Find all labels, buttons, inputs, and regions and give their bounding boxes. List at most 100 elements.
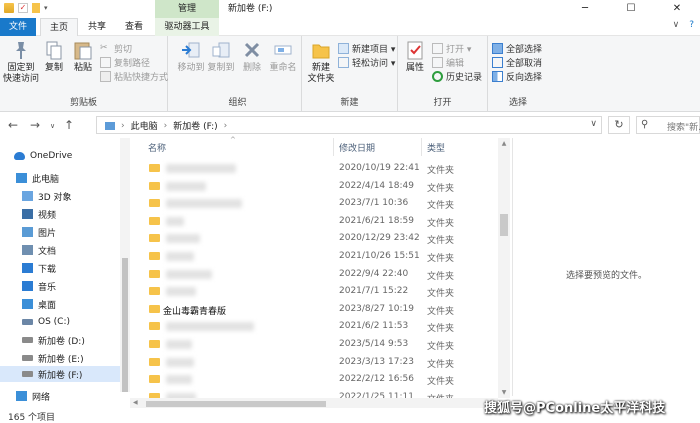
sidebar-item[interactable]: 新加卷 (F:): [0, 366, 120, 382]
column-header-name[interactable]: 名称: [148, 141, 166, 154]
delete-button[interactable]: 删除: [240, 39, 264, 74]
properties-check-icon[interactable]: ✓: [18, 3, 28, 13]
column-header-type[interactable]: 类型: [427, 141, 445, 154]
column-divider[interactable]: [333, 138, 334, 156]
help-icon[interactable]: ?: [689, 20, 694, 30]
edit-button[interactable]: 编辑: [432, 56, 464, 69]
minimize-button[interactable]: ─: [562, 0, 608, 18]
move-to-button[interactable]: 移动到: [176, 39, 206, 74]
table-row[interactable]: 2023/5/14 9:53 文件夹: [130, 336, 500, 353]
search-box[interactable]: ⚲ 搜索"新...: [636, 116, 700, 134]
sidebar-item[interactable]: 此电脑: [16, 170, 59, 186]
new-item-button[interactable]: 新建项目 ▾: [338, 42, 395, 55]
select-none-button[interactable]: 全部取消: [492, 56, 542, 69]
folder-icon: [149, 199, 160, 208]
cut-button[interactable]: ✂ 剪切: [100, 42, 132, 55]
folder-icon: [149, 269, 160, 278]
rename-button[interactable]: 重命名: [268, 39, 298, 74]
refresh-icon: ↻: [614, 118, 624, 131]
history-button[interactable]: 历史记录: [432, 70, 482, 83]
window-title: 新加卷 (F:): [228, 4, 273, 14]
close-button[interactable]: ✕: [654, 0, 700, 18]
address-bar[interactable]: › 此电脑 › 新加卷 (F:) › ∨: [96, 116, 602, 134]
scroll-left-icon[interactable]: ◀: [133, 399, 138, 406]
sidebar-item[interactable]: 图片: [22, 224, 56, 240]
select-all-button[interactable]: 全部选择: [492, 42, 542, 55]
scroll-up-icon[interactable]: ▲: [498, 140, 510, 147]
sidebar-item[interactable]: OneDrive: [14, 148, 72, 164]
copy-button[interactable]: 复制: [42, 39, 66, 74]
table-row[interactable]: 2021/10/26 15:51 文件夹: [130, 248, 500, 265]
breadcrumb-this-pc[interactable]: 此电脑: [131, 119, 158, 132]
nav-pane-scrollbar[interactable]: [120, 138, 130, 392]
address-dropdown-icon[interactable]: ∨: [590, 119, 597, 129]
invert-selection-button[interactable]: 反向选择: [492, 70, 542, 83]
file-type: 文件夹: [427, 271, 455, 282]
search-placeholder: 搜索"新...: [667, 123, 700, 133]
table-row[interactable]: 2022/4/14 18:49 文件夹: [130, 178, 500, 195]
back-arrow-icon[interactable]: ←: [8, 118, 18, 132]
table-row[interactable]: 金山毒霸青春版 2023/8/27 10:19 文件夹: [130, 301, 500, 318]
paste-button[interactable]: 粘贴: [70, 39, 96, 74]
tab-home[interactable]: 主页: [40, 18, 78, 36]
sidebar-item[interactable]: 文档: [22, 242, 56, 258]
sidebar-item[interactable]: 桌面: [22, 296, 56, 312]
tab-file[interactable]: 文件: [0, 18, 36, 36]
explorer-icon: [4, 3, 14, 13]
table-row[interactable]: 2023/7/1 10:36 文件夹: [130, 195, 500, 212]
network-icon: [16, 391, 27, 401]
column-header-date[interactable]: 修改日期: [339, 141, 375, 154]
folder-icon: [149, 287, 160, 296]
watermark: 搜狐号@PConline太平洋科技: [484, 401, 666, 416]
sidebar-item[interactable]: OS (C:): [22, 314, 70, 330]
sidebar-item[interactable]: 新加卷 (D:): [22, 332, 85, 348]
table-row[interactable]: 2020/12/29 23:42 文件夹: [130, 230, 500, 247]
sidebar-item[interactable]: 下载: [22, 260, 56, 276]
file-list-scroll-thumb[interactable]: [500, 214, 508, 236]
folder-icon: [149, 304, 160, 313]
tab-share[interactable]: 共享: [82, 18, 112, 36]
sidebar-item[interactable]: 3D 对象: [22, 188, 72, 204]
sidebar-item[interactable]: 视频: [22, 206, 56, 222]
refresh-button[interactable]: ↻: [608, 116, 630, 134]
open-icon: [432, 43, 443, 54]
collapse-ribbon-icon[interactable]: ∨: [673, 20, 680, 30]
copy-to-button[interactable]: 复制到: [206, 39, 236, 74]
recent-dropdown-icon[interactable]: ∨: [50, 122, 55, 130]
file-type: 文件夹: [427, 254, 455, 264]
manage-context-tab[interactable]: 管理: [155, 0, 219, 18]
easy-access-button[interactable]: 轻松访问 ▾: [338, 56, 395, 69]
scroll-down-icon[interactable]: ▼: [498, 389, 510, 396]
table-row[interactable]: 2022/9/4 22:40 文件夹: [130, 266, 500, 283]
table-row[interactable]: 2020/10/19 22:41 文件夹: [130, 160, 500, 177]
sidebar-item[interactable]: 网络: [16, 388, 50, 404]
folder-icon: [149, 234, 160, 243]
tab-view[interactable]: 查看: [118, 18, 150, 36]
qat-dropdown-icon[interactable]: ▾: [44, 3, 54, 13]
table-row[interactable]: 2023/3/13 17:23 文件夹: [130, 354, 500, 371]
pin-quick-access-button[interactable]: 固定到 快速访问: [2, 39, 40, 85]
new-folder-button[interactable]: 新建 文件夹: [304, 39, 338, 85]
table-row[interactable]: 2021/6/2 11:53 文件夹: [130, 318, 500, 335]
nav-scrollbar-thumb[interactable]: [122, 258, 128, 392]
file-list-scrollbar[interactable]: ▲ ▼: [498, 138, 510, 398]
sidebar-item[interactable]: 音乐: [22, 278, 56, 294]
horizontal-scroll-thumb[interactable]: [146, 401, 326, 407]
table-row[interactable]: 2021/7/1 15:22 文件夹: [130, 283, 500, 300]
tab-drive-tools[interactable]: 驱动器工具: [155, 18, 219, 36]
table-row[interactable]: 2022/2/12 16:56 文件夹: [130, 371, 500, 388]
sidebar-item[interactable]: 新加卷 (E:): [22, 350, 84, 366]
new-folder-qat-icon[interactable]: [32, 3, 40, 13]
breadcrumb-drive-f[interactable]: 新加卷 (F:): [173, 119, 217, 132]
file-date: 2021/10/26 15:51: [339, 251, 420, 261]
open-button[interactable]: 打开 ▾: [432, 42, 471, 55]
preview-message: 选择要预览的文件。: [565, 271, 647, 281]
up-arrow-icon[interactable]: ↑: [64, 118, 74, 132]
properties-button[interactable]: 属性: [400, 39, 430, 74]
maximize-button[interactable]: ☐: [608, 0, 654, 18]
copy-path-button[interactable]: 复制路径: [100, 56, 150, 69]
forward-arrow-icon[interactable]: →: [30, 118, 40, 132]
table-row[interactable]: 2021/6/21 18:59 文件夹: [130, 213, 500, 230]
paste-shortcut-button[interactable]: 粘贴快捷方式: [100, 70, 168, 83]
column-divider[interactable]: [421, 138, 422, 156]
